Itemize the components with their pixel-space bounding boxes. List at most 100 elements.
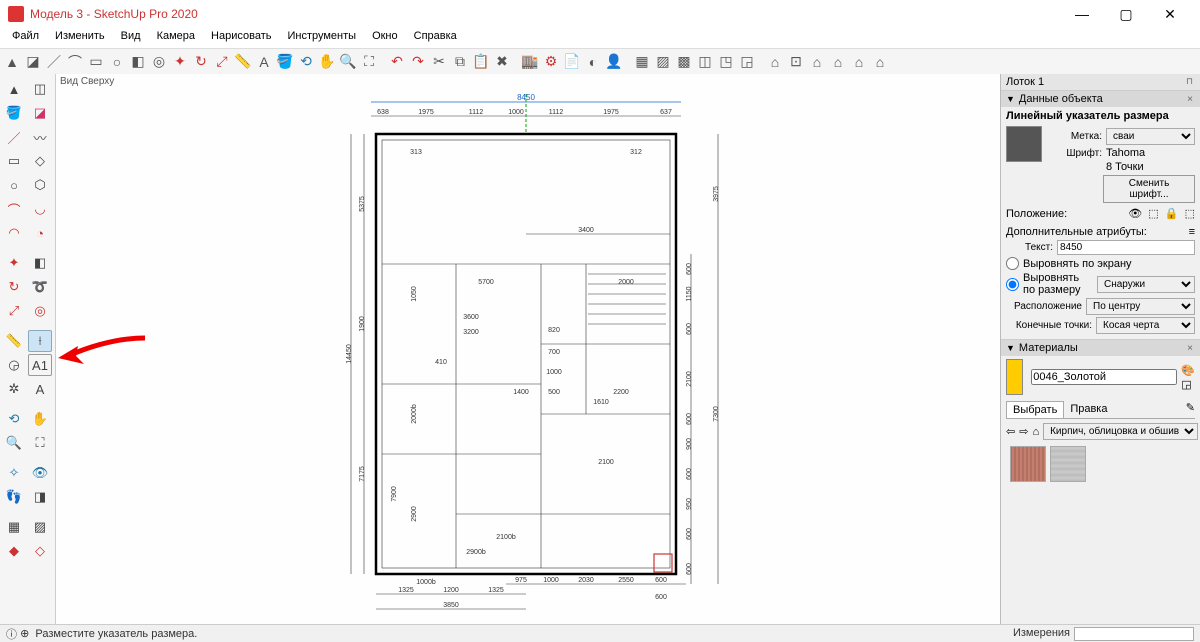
close-materials-icon[interactable]: × [1185,343,1195,354]
pie-tool-icon[interactable]: ◔ [28,222,52,244]
material-collection-select[interactable]: Кирпич, облицовка и обшив [1043,423,1198,440]
scale-icon[interactable]: ⤢ [212,52,232,72]
move-icon[interactable]: ✦ [170,52,190,72]
eraser-icon[interactable]: ◪ [23,52,43,72]
poly-tool-icon[interactable]: ⬡ [28,174,52,196]
minimize-button[interactable]: — [1060,0,1104,28]
home-icon[interactable]: ⌂ [1032,426,1039,438]
measurement-input[interactable] [1074,627,1194,641]
dimension-tool-icon[interactable]: ⟊ [28,330,52,352]
eyedropper-icon[interactable]: ✎ [1186,401,1195,418]
zoomw-tool-icon[interactable]: ⛶ [28,432,52,454]
menu-window[interactable]: Окно [364,28,406,48]
axes-tool-icon[interactable]: ✲ [2,378,26,400]
paint-tool-icon[interactable]: 🪣 [2,102,26,124]
circle-icon[interactable]: ○ [107,52,127,72]
text-icon[interactable]: A [254,52,274,72]
line-icon[interactable]: ／ [44,52,64,72]
section-tool-icon[interactable]: ◨ [28,486,52,508]
person-icon[interactable]: 👤 [604,52,624,72]
back-icon[interactable]: ⌂ [849,52,869,72]
solid4-icon[interactable]: ◫ [695,52,715,72]
iso-icon[interactable]: ⌂ [765,52,785,72]
close-button[interactable]: ✕ [1148,0,1192,28]
default-material-icon[interactable]: ◲ [1181,378,1195,391]
ext-icon[interactable]: ⚙ [541,52,561,72]
arc-icon[interactable]: ⌒ [65,52,85,72]
materials-tab-edit[interactable]: Правка [1064,401,1113,418]
offset-tool-icon[interactable]: ◎ [28,300,52,322]
menu-view[interactable]: Вид [113,28,149,48]
cut-icon[interactable]: ✂ [429,52,449,72]
change-font-button[interactable]: Сменить шрифт... [1103,175,1195,203]
material-thumb-2[interactable] [1050,446,1086,482]
nav-back-icon[interactable]: ⇦ [1006,425,1015,438]
rect-tool-icon[interactable]: ▭ [2,150,26,172]
push-icon[interactable]: ◧ [128,52,148,72]
scale-tool-icon[interactable]: ⤢ [2,300,26,322]
look-tool-icon[interactable]: 👁 [28,462,52,484]
geo-icon[interactable]: ⊕ [20,627,29,640]
entity-info-header[interactable]: ▼ Данные объекта × [1001,91,1200,107]
materials-tab-select[interactable]: Выбрать [1006,401,1064,418]
sandbox2-icon[interactable]: ▨ [28,516,52,538]
walk-tool-icon[interactable]: 👣 [2,486,26,508]
close-section-icon[interactable]: × [1185,94,1195,105]
3dtext-tool-icon[interactable]: A [28,378,52,400]
offset-icon[interactable]: ◎ [149,52,169,72]
copy-icon[interactable]: ⧉ [450,52,470,72]
dimension-text-input[interactable] [1057,240,1195,255]
layout-icon[interactable]: 📄 [562,52,582,72]
style-icon[interactable]: ◐ [583,52,603,72]
push-tool-icon[interactable]: ◧ [28,252,52,274]
protractor-tool-icon[interactable]: ◶ [2,354,26,376]
pan-tool2-icon[interactable]: ✋ [28,408,52,430]
select-icon[interactable]: ▲ [2,52,22,72]
select-tool-icon[interactable]: ▲ [2,78,26,100]
warehouse-icon[interactable]: 🏬 [520,52,540,72]
solid3-icon[interactable]: ▩ [674,52,694,72]
rotate-icon[interactable]: ↻ [191,52,211,72]
pan-icon[interactable]: ✋ [317,52,337,72]
front-icon[interactable]: ⌂ [807,52,827,72]
create-material-icon[interactable]: 🎨 [1181,364,1195,377]
orbit-icon[interactable]: ⟲ [296,52,316,72]
menu-draw[interactable]: Нарисовать [203,28,279,48]
paint-icon[interactable]: 🪣 [275,52,295,72]
zoom-tool2-icon[interactable]: 🔍 [2,432,26,454]
menu-edit[interactable]: Изменить [47,28,113,48]
align-dim-select[interactable]: Снаружи [1097,276,1195,293]
align-screen-radio[interactable] [1006,257,1019,270]
zext-icon[interactable]: ⛶ [359,52,379,72]
materials-header[interactable]: ▼ Материалы × [1001,340,1200,356]
solid6-icon[interactable]: ◲ [737,52,757,72]
redo-icon[interactable]: ↷ [408,52,428,72]
orbit-tool2-icon[interactable]: ⟲ [2,408,26,430]
tape-tool-icon[interactable]: 📏 [2,330,26,352]
solid1-icon[interactable]: ▦ [632,52,652,72]
arc2-tool-icon[interactable]: ◡ [28,198,52,220]
rotrect-tool-icon[interactable]: ◇ [28,150,52,172]
material-thumb-1[interactable] [1010,446,1046,482]
sandbox4-icon[interactable]: ◇ [28,540,52,562]
endpoints-select[interactable]: Косая черта [1096,317,1195,334]
zoom-icon[interactable]: 🔍 [338,52,358,72]
viewport[interactable]: Вид Сверху 8450 638 1975 1112 1000 1112 … [56,74,1000,624]
top-icon[interactable]: ⊡ [786,52,806,72]
menu-tools[interactable]: Инструменты [279,28,364,48]
arc3-tool-icon[interactable]: ◠ [2,222,26,244]
arc-tool-icon[interactable]: ⌒ [2,198,26,220]
paste-icon[interactable]: 📋 [471,52,491,72]
menu-file[interactable]: Файл [4,28,47,48]
help-icon[interactable]: ⓘ [6,626,17,642]
tag-select[interactable]: сваи [1106,128,1195,145]
position-tool-icon[interactable]: ✧ [2,462,26,484]
rotate-tool-icon[interactable]: ↻ [2,276,26,298]
sandbox3-icon[interactable]: ◆ [2,540,26,562]
placement-select[interactable]: По центру [1086,298,1195,315]
current-material-swatch[interactable] [1006,359,1023,395]
freehand-tool-icon[interactable]: 〰 [28,126,52,148]
line-tool-icon[interactable]: ／ [2,126,26,148]
circle-tool-icon[interactable]: ○ [2,174,26,196]
undo-icon[interactable]: ↶ [387,52,407,72]
